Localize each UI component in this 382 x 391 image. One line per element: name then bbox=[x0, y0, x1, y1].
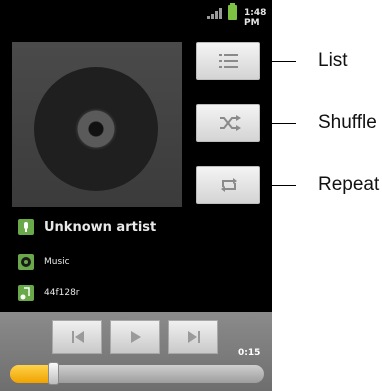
album-label: Music bbox=[44, 257, 70, 267]
shuffle-button[interactable] bbox=[196, 104, 260, 142]
album-icon bbox=[18, 254, 34, 270]
disc-icon bbox=[34, 67, 158, 191]
player-controls: 0:15 bbox=[0, 312, 272, 391]
battery-icon bbox=[228, 3, 237, 20]
play-button[interactable] bbox=[110, 320, 160, 354]
elapsed-time: 0:15 bbox=[238, 348, 261, 358]
next-button[interactable] bbox=[168, 320, 218, 354]
progress-fill bbox=[10, 365, 53, 383]
play-icon bbox=[131, 331, 141, 343]
album-art bbox=[12, 42, 182, 207]
status-bar: 1:48 PM bbox=[0, 0, 272, 28]
signal-icon bbox=[207, 8, 223, 19]
previous-icon bbox=[72, 331, 84, 343]
song-icon bbox=[18, 285, 34, 301]
shuffle-callout-line bbox=[262, 123, 296, 124]
list-icon bbox=[219, 54, 238, 68]
repeat-callout-line bbox=[262, 185, 296, 186]
list-callout: List bbox=[318, 50, 348, 71]
status-time: 1:48 PM bbox=[244, 8, 267, 28]
next-icon bbox=[188, 331, 200, 343]
repeat-icon bbox=[221, 178, 237, 192]
shuffle-icon bbox=[220, 115, 241, 131]
shuffle-callout: Shuffle bbox=[318, 112, 377, 133]
repeat-button[interactable] bbox=[196, 166, 260, 204]
artist-icon bbox=[18, 219, 34, 235]
progress-thumb[interactable] bbox=[48, 362, 59, 385]
repeat-callout: Repeat bbox=[318, 174, 380, 195]
list-callout-line bbox=[262, 61, 296, 62]
list-button[interactable] bbox=[196, 42, 260, 80]
phone-screen: 1:48 PM Unknown artist Music 44f128r 0:1… bbox=[0, 0, 272, 391]
song-title-label: 44f128r bbox=[44, 288, 80, 298]
previous-button[interactable] bbox=[52, 320, 102, 354]
artist-label: Unknown artist bbox=[44, 220, 157, 235]
